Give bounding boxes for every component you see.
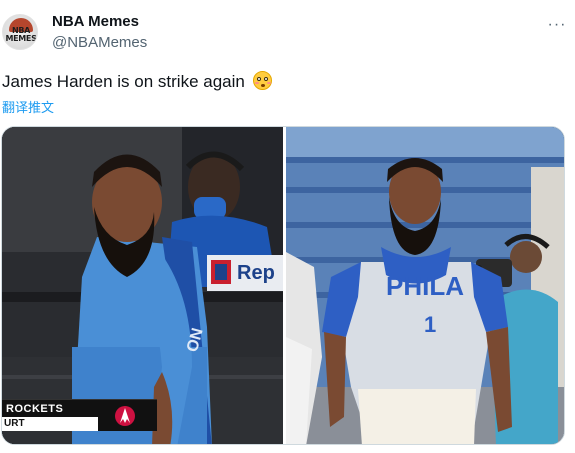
media-image-right[interactable]: PHILA 1 xyxy=(286,127,564,444)
jersey-number: 1 xyxy=(424,312,436,337)
scorebug-team: ROCKETS xyxy=(6,403,64,415)
tweet-header: NBA MEMES NBA Memes @NBAMemes ··· xyxy=(0,10,575,54)
display-name[interactable]: NBA Memes xyxy=(52,13,139,30)
jersey-text: PHILA xyxy=(386,271,464,301)
rockets-photo: Rep ON xyxy=(2,127,283,444)
tweet-text: James Harden is on strike again xyxy=(2,71,272,92)
media-image-left[interactable]: Rep ON ROCKETS URT xyxy=(2,127,283,444)
more-options-button[interactable]: ··· xyxy=(546,14,568,36)
scorebug: ROCKETS URT xyxy=(2,399,157,431)
translate-tweet-link[interactable]: 翻译推文 xyxy=(2,97,54,116)
media-grid: Rep ON ROCKETS URT PHILA 1 xyxy=(1,126,565,445)
rockets-logo-icon xyxy=(115,406,135,426)
flushed-face-emoji-icon xyxy=(252,71,272,90)
avatar[interactable]: NBA MEMES xyxy=(2,14,38,50)
user-handle[interactable]: @NBAMemes xyxy=(52,34,147,51)
scorebug-court: URT xyxy=(4,418,25,429)
tweet-body: James Harden is on strike again xyxy=(2,72,245,91)
sixers-photo: PHILA 1 xyxy=(286,127,564,444)
background-sign-text: Rep xyxy=(237,262,275,284)
avatar-logo-text: MEMES xyxy=(5,34,37,43)
